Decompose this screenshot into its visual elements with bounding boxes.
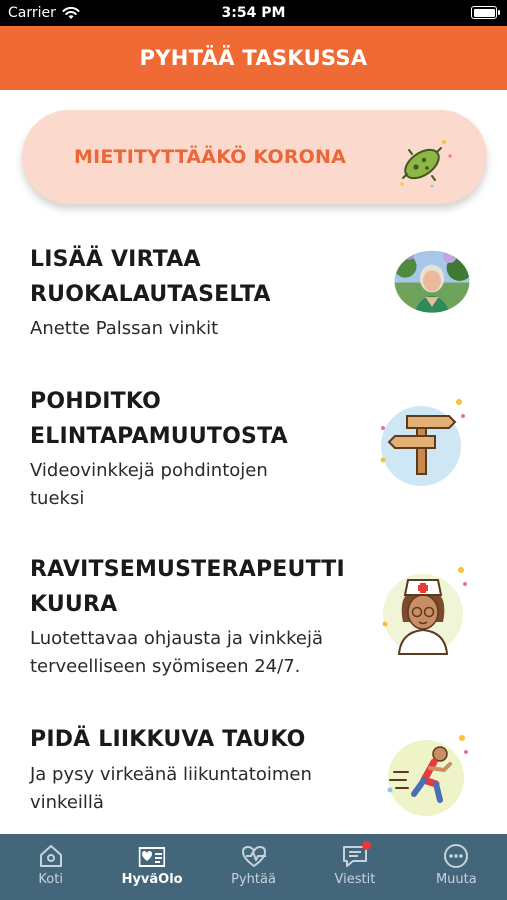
tab-bar: Koti HyväOlo Pyhtää Viestit Muuta bbox=[0, 834, 507, 900]
item-title-line: RAVITSEMUSTERAPEUTTI bbox=[30, 557, 345, 582]
clock: 3:54 PM bbox=[221, 5, 286, 21]
list-item-ruokalautanen[interactable]: LISÄÄ VIRTAA RUOKALAUTASELTA Anette Pals… bbox=[0, 240, 507, 350]
item-title-line: RUOKALAUTASELTA bbox=[30, 282, 271, 307]
item-title: POHDITKO ELINTAPAMUUTOSTA bbox=[30, 384, 350, 454]
battery-icon bbox=[471, 6, 500, 19]
runner-icon bbox=[387, 735, 468, 816]
item-subtitle: Anette Palssan vinkit bbox=[30, 315, 350, 343]
item-subtitle-line: Ja pysy virkeänä liikuntatoimen bbox=[30, 764, 312, 785]
list-item-ravitsemusterapeutti[interactable]: RAVITSEMUSTERAPEUTTI KUURA Luotettavaa o… bbox=[0, 552, 507, 682]
item-subtitle: Videovinkkejä pohdintojen tueksi bbox=[30, 457, 350, 513]
list-item-liikkuva-tauko[interactable]: PIDÄ LIIKKUVA TAUKO Ja pysy virkeänä lii… bbox=[0, 722, 507, 832]
item-subtitle-line: Luotettavaa ohjausta ja vinkkejä bbox=[30, 628, 324, 649]
tab-koti[interactable]: Koti bbox=[0, 834, 101, 900]
list-item-elintapamuutos[interactable]: POHDITKO ELINTAPAMUUTOSTA Videovinkkejä … bbox=[0, 382, 507, 512]
item-subtitle-line: Anette Palssan vinkit bbox=[30, 318, 219, 339]
tab-muuta[interactable]: Muuta bbox=[406, 834, 507, 900]
more-icon bbox=[444, 844, 469, 868]
tab-label: Koti bbox=[38, 872, 63, 887]
item-subtitle: Luotettavaa ohjausta ja vinkkejä terveel… bbox=[30, 625, 350, 681]
person-photo bbox=[394, 250, 470, 313]
app-header: PYHTÄÄ TASKUSSA bbox=[0, 26, 507, 90]
tab-label: Viestit bbox=[334, 872, 376, 887]
item-title: PIDÄ LIIKKUVA TAUKO bbox=[30, 722, 350, 757]
heart-card-icon bbox=[138, 847, 166, 867]
tab-viestit[interactable]: Viestit bbox=[304, 834, 405, 900]
item-title-line: KUURA bbox=[30, 592, 118, 617]
item-title-line: ELINTAPAMUUTOSTA bbox=[30, 424, 288, 449]
tab-label: Pyhtää bbox=[231, 872, 276, 887]
item-title: RAVITSEMUSTERAPEUTTI KUURA bbox=[30, 552, 350, 622]
item-subtitle: Ja pysy virkeänä liikuntatoimen vinkeill… bbox=[30, 761, 350, 817]
item-title-line: LISÄÄ VIRTAA bbox=[30, 247, 201, 272]
tab-pyhtaa[interactable]: Pyhtää bbox=[203, 834, 304, 900]
item-subtitle-line: vinkeillä bbox=[30, 792, 104, 813]
home-icon bbox=[39, 845, 62, 867]
tab-label: HyväOlo bbox=[121, 872, 183, 887]
item-title: LISÄÄ VIRTAA RUOKALAUTASELTA bbox=[30, 242, 350, 312]
tab-hyvaolo[interactable]: HyväOlo bbox=[101, 834, 202, 900]
item-title-line: POHDITKO bbox=[30, 389, 162, 414]
tab-label: Muuta bbox=[435, 872, 477, 887]
heart-pulse-icon bbox=[241, 846, 266, 867]
status-bar: Carrier 3:54 PM bbox=[0, 0, 507, 26]
item-subtitle-line: terveelliseen syömiseen 24/7. bbox=[30, 656, 301, 677]
signpost-icon bbox=[380, 399, 465, 486]
nurse-icon bbox=[382, 567, 467, 655]
corona-banner-button[interactable]: MIETITYTTÄÄKÖ KORONA bbox=[22, 110, 487, 204]
item-title-line: PIDÄ LIIKKUVA TAUKO bbox=[30, 727, 306, 752]
item-subtitle-line: Videovinkkejä pohdintojen bbox=[30, 460, 268, 481]
corona-banner-label: MIETITYTTÄÄKÖ KORONA bbox=[74, 146, 347, 168]
virus-icon bbox=[400, 140, 452, 188]
page-title: PYHTÄÄ TASKUSSA bbox=[139, 46, 368, 70]
item-subtitle-line: tueksi bbox=[30, 488, 85, 509]
notification-badge bbox=[362, 841, 372, 850]
